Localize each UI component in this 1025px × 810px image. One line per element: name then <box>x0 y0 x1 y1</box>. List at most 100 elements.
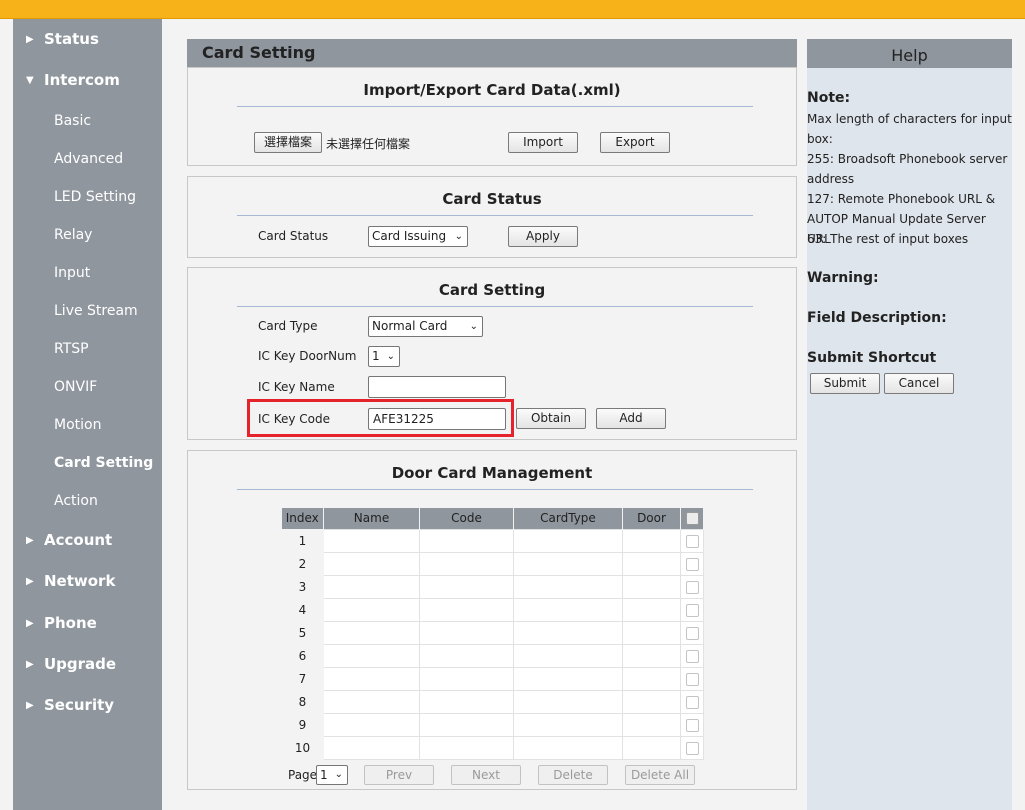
column-header-index: Index <box>281 508 324 529</box>
select-all-checkbox[interactable] <box>685 512 699 526</box>
cell-code <box>419 666 514 691</box>
row-index: 2 <box>281 551 324 576</box>
apply-button[interactable]: Apply <box>508 226 578 247</box>
divider <box>237 306 753 307</box>
cell-name <box>323 620 420 645</box>
cell-name <box>323 735 420 760</box>
select-all-header[interactable] <box>680 508 704 529</box>
table-row: 5 <box>281 620 704 645</box>
cell-code <box>419 712 514 737</box>
cell-code <box>419 597 514 622</box>
cell-cardtype <box>513 620 623 645</box>
cell-name <box>323 551 420 576</box>
sidebar-item-led-setting[interactable]: LED Setting <box>54 189 136 205</box>
cell-select <box>680 712 704 737</box>
card-status-section: Card Status <box>187 176 797 258</box>
cell-cardtype <box>513 551 623 576</box>
caret-right-icon: ▶ <box>26 699 34 711</box>
row-checkbox[interactable] <box>685 580 699 594</box>
cell-code <box>419 528 514 553</box>
sidebar-item-account[interactable]: ▶ Account <box>13 531 112 549</box>
door-num-value: 1 <box>372 349 380 363</box>
obtain-button[interactable]: Obtain <box>516 408 586 429</box>
add-button[interactable]: Add <box>596 408 666 429</box>
left-gutter <box>0 19 13 810</box>
caret-right-icon: ▶ <box>26 534 34 546</box>
sidebar-item-input[interactable]: Input <box>54 265 90 281</box>
sidebar-item-advanced[interactable]: Advanced <box>54 151 123 167</box>
cell-name <box>323 643 420 668</box>
delete-button[interactable]: Delete <box>538 765 608 785</box>
choose-file-button[interactable]: 選擇檔案 <box>254 132 322 153</box>
sidebar-item-security[interactable]: ▶ Security <box>13 696 114 714</box>
table-row: 3 <box>281 574 704 599</box>
sidebar-item-onvif[interactable]: ONVIF <box>54 379 97 395</box>
card-status-value: Card Issuing <box>372 229 447 243</box>
cell-select <box>680 735 704 760</box>
export-button[interactable]: Export <box>600 132 670 153</box>
submit-button[interactable]: Submit <box>810 373 880 394</box>
sidebar-item-card-setting[interactable]: Card Setting <box>54 455 153 471</box>
row-checkbox[interactable] <box>685 649 699 663</box>
row-checkbox[interactable] <box>685 603 699 617</box>
sidebar-item-action[interactable]: Action <box>54 493 98 509</box>
sidebar-item-intercom[interactable]: ▼ Intercom <box>13 71 120 89</box>
sidebar-item-relay[interactable]: Relay <box>54 227 92 243</box>
divider <box>237 215 753 216</box>
sidebar-item-phone[interactable]: ▶ Phone <box>13 614 97 632</box>
sidebar-item-label: Network <box>44 572 116 590</box>
sidebar-item-motion[interactable]: Motion <box>54 417 101 433</box>
row-checkbox[interactable] <box>685 626 699 640</box>
file-status-text: 未選擇任何檔案 <box>326 137 411 151</box>
cell-select <box>680 620 704 645</box>
delete-all-button[interactable]: Delete All <box>625 765 695 785</box>
page-select[interactable]: 1 ⌄ <box>316 765 348 785</box>
row-checkbox[interactable] <box>685 741 699 755</box>
cell-door <box>622 735 681 760</box>
sidebar-item-label: Upgrade <box>44 655 117 673</box>
next-button[interactable]: Next <box>451 765 521 785</box>
sidebar-item-label: Intercom <box>44 71 120 89</box>
cell-door <box>622 551 681 576</box>
sidebar-item-label: Account <box>44 531 113 549</box>
sidebar-item-upgrade[interactable]: ▶ Upgrade <box>13 655 116 673</box>
note-heading: Note: <box>807 90 851 106</box>
cell-select <box>680 689 704 714</box>
top-bar <box>0 0 1025 19</box>
sidebar-item-rtsp[interactable]: RTSP <box>54 341 89 357</box>
import-button[interactable]: Import <box>508 132 578 153</box>
sidebar-item-status[interactable]: ▶ Status <box>13 30 99 48</box>
cell-code <box>419 574 514 599</box>
row-checkbox[interactable] <box>685 718 699 732</box>
table-row: 1 <box>281 528 704 553</box>
sidebar-item-live-stream[interactable]: Live Stream <box>54 303 138 319</box>
door-num-select[interactable]: 1 ⌄ <box>368 346 400 367</box>
section-title: Card Status <box>442 190 542 208</box>
row-index: 7 <box>281 666 324 691</box>
chevron-down-icon: ⌄ <box>334 769 343 780</box>
cell-door <box>622 712 681 737</box>
row-checkbox[interactable] <box>685 695 699 709</box>
column-header-code: Code <box>419 508 514 529</box>
sidebar-item-network[interactable]: ▶ Network <box>13 572 115 590</box>
cell-select <box>680 597 704 622</box>
row-index: 10 <box>281 735 324 760</box>
cancel-button[interactable]: Cancel <box>884 373 954 394</box>
cell-cardtype <box>513 528 623 553</box>
row-checkbox[interactable] <box>685 557 699 571</box>
highlight-box <box>247 399 514 437</box>
row-checkbox[interactable] <box>685 672 699 686</box>
card-status-select[interactable]: Card Issuing ⌄ <box>368 226 468 247</box>
caret-right-icon: ▶ <box>26 33 34 45</box>
section-title: Import/Export Card Data(.xml) <box>363 81 621 99</box>
card-type-select[interactable]: Normal Card ⌄ <box>368 316 483 337</box>
help-title: Help <box>807 39 1012 68</box>
prev-button[interactable]: Prev <box>364 765 434 785</box>
cell-door <box>622 620 681 645</box>
divider <box>237 106 753 107</box>
page-label: Page <box>288 768 318 782</box>
row-checkbox[interactable] <box>685 534 699 548</box>
cell-door <box>622 597 681 622</box>
sidebar-item-basic[interactable]: Basic <box>54 113 91 129</box>
key-name-input[interactable] <box>368 376 506 398</box>
